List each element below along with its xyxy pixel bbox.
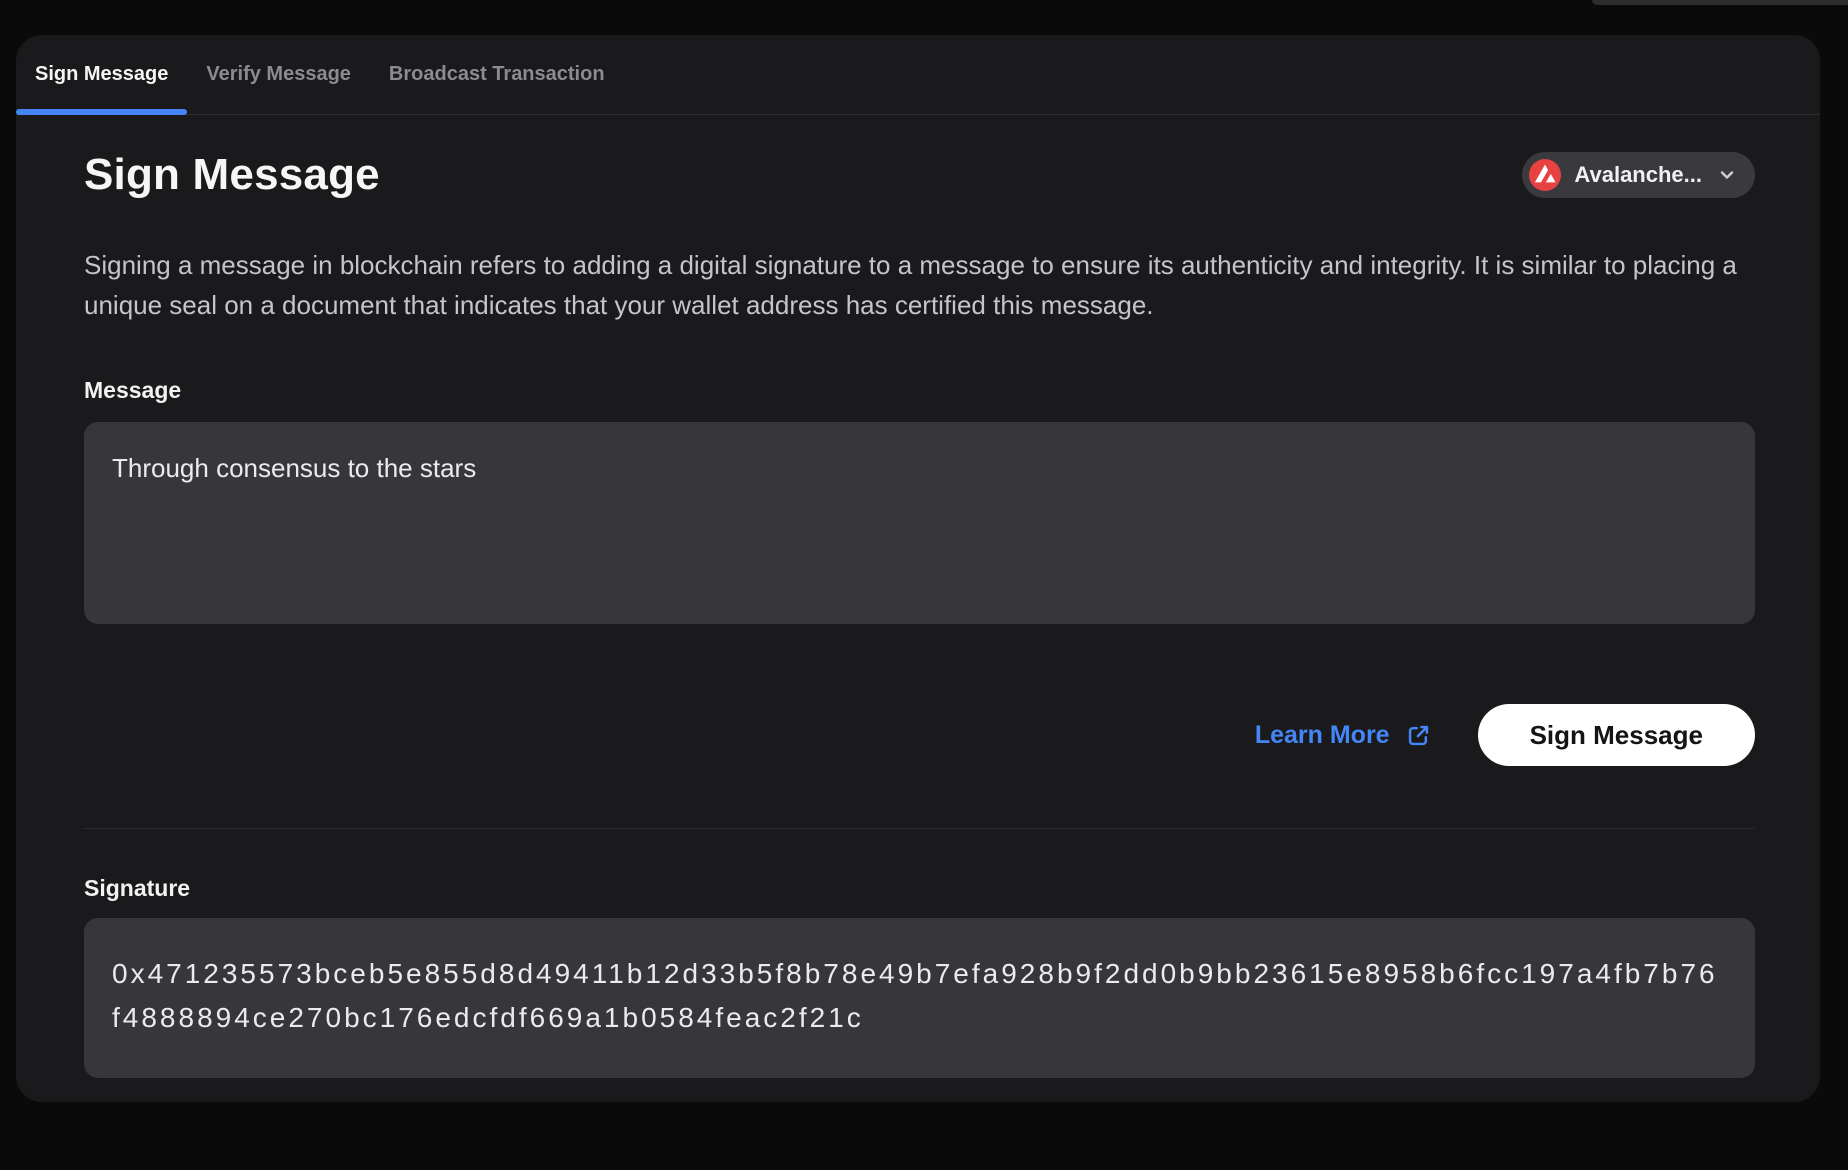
tab-bar: Sign Message Verify Message Broadcast Tr… [16, 35, 1820, 115]
tab-label: Verify Message [206, 63, 351, 86]
tab-verify-message[interactable]: Verify Message [187, 35, 370, 114]
top-right-overlay-fragment [1592, 0, 1848, 5]
tab-sign-message[interactable]: Sign Message [16, 35, 187, 114]
page-description: Signing a message in blockchain refers t… [84, 245, 1755, 325]
signature-field-label: Signature [84, 875, 1755, 902]
sign-message-panel: Sign Message Verify Message Broadcast Tr… [16, 35, 1820, 1102]
message-input[interactable]: Through consensus to the stars [84, 422, 1755, 624]
tab-label: Broadcast Transaction [389, 63, 605, 86]
learn-more-label: Learn More [1255, 721, 1390, 750]
tab-broadcast-transaction[interactable]: Broadcast Transaction [370, 35, 624, 114]
panel-content: Sign Message Avalanche... Signing a [16, 115, 1820, 1078]
chevron-down-icon [1717, 165, 1737, 185]
external-link-icon [1405, 722, 1432, 749]
section-divider [84, 828, 1755, 829]
message-field-label: Message [84, 377, 1755, 404]
signature-output[interactable]: 0x471235573bceb5e855d8d49411b12d33b5f8b7… [84, 918, 1755, 1078]
tab-label: Sign Message [35, 63, 168, 86]
sign-message-button[interactable]: Sign Message [1478, 704, 1755, 766]
avalanche-logo-icon [1529, 159, 1561, 191]
learn-more-link[interactable]: Learn More [1255, 721, 1432, 750]
network-selector-label: Avalanche... [1574, 162, 1702, 188]
network-selector-dropdown[interactable]: Avalanche... [1522, 152, 1755, 198]
page-title: Sign Message [84, 149, 380, 201]
